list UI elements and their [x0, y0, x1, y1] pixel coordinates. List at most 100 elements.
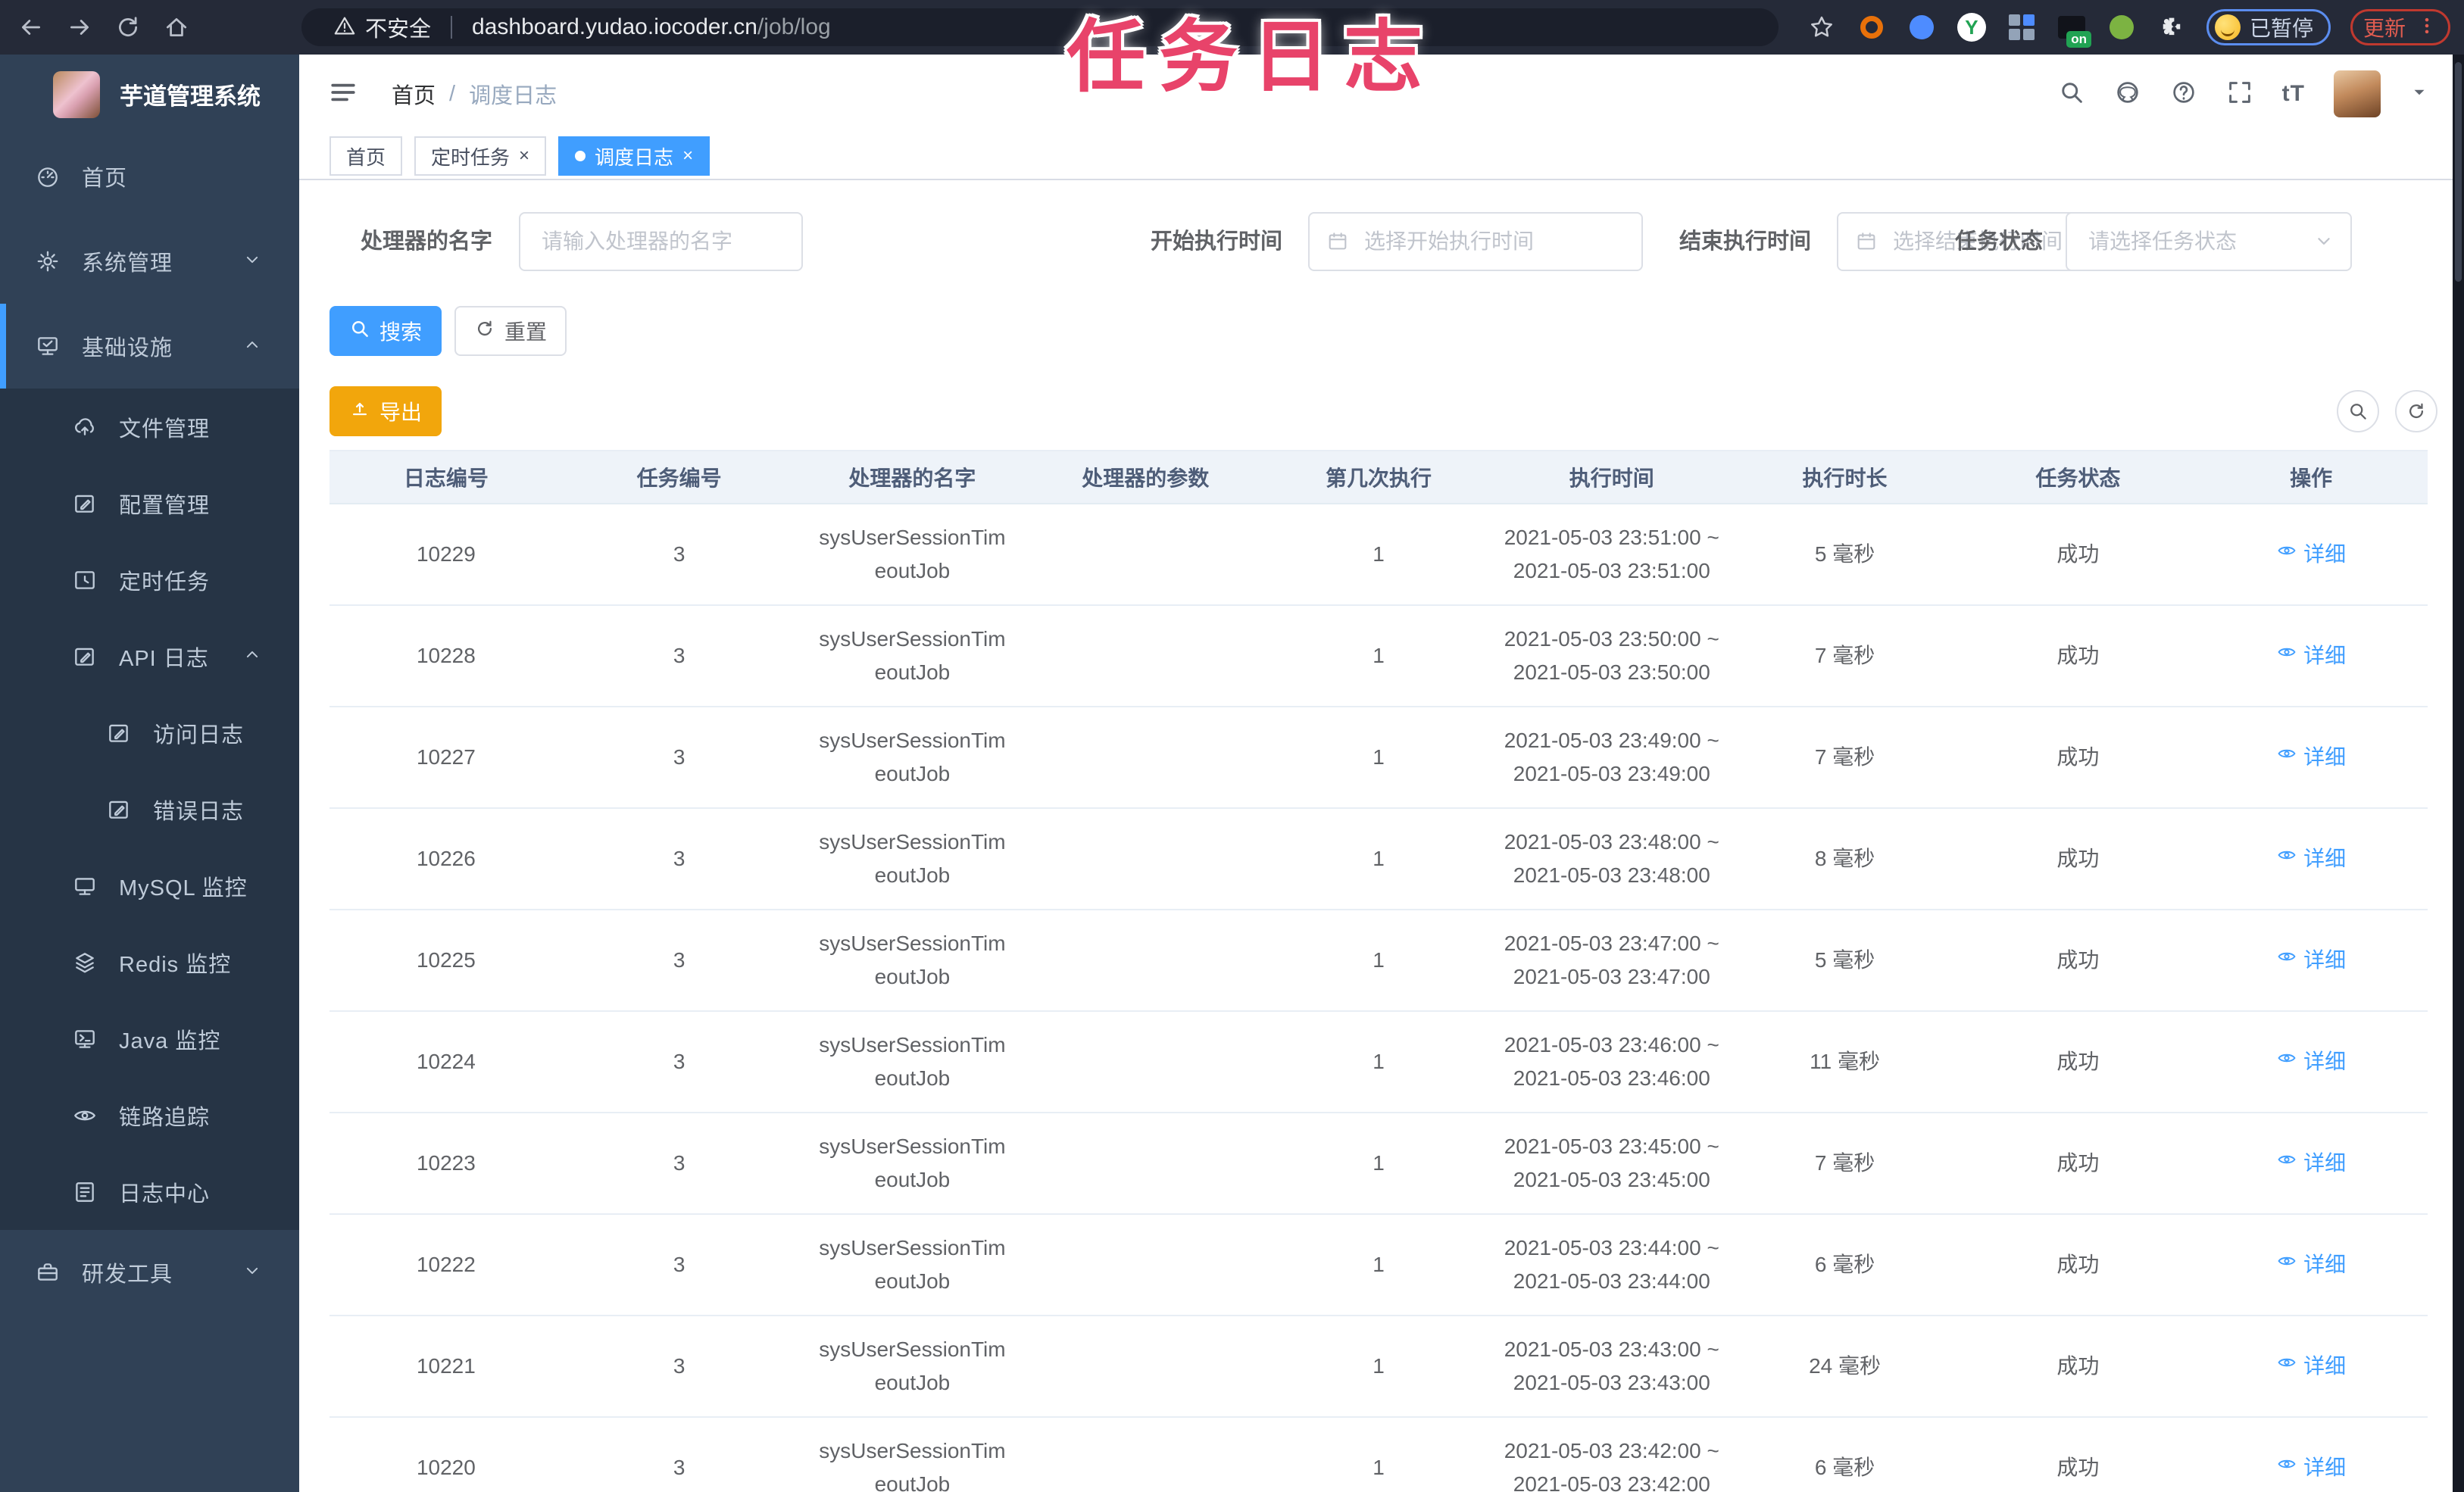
refresh-icon [474, 318, 495, 345]
detail-link-label: 详细 [2303, 1050, 2347, 1073]
profile-paused-badge[interactable]: 已暂停 [2206, 9, 2331, 45]
sidebar-item-label: 错误日志 [153, 799, 245, 824]
tab-调度日志[interactable]: 调度日志 × [558, 136, 710, 176]
breadcrumb-home[interactable]: 首页 [392, 78, 436, 110]
cell-log-id: 10226 [416, 847, 476, 870]
eye-icon [2276, 1248, 2297, 1281]
sidebar-item-redis-monitor[interactable]: Redis 监控 [0, 924, 299, 1000]
sidebar-item-log-center[interactable]: 日志中心 [0, 1153, 299, 1230]
tab-close-icon[interactable]: × [682, 147, 693, 165]
tab-定时任务[interactable]: 定时任务 × [414, 136, 547, 176]
sidebar-item-system[interactable]: 系统管理 [0, 219, 299, 304]
eye-icon [2276, 944, 2297, 977]
detail-link[interactable]: 详细 [2276, 639, 2346, 673]
detail-link-label: 详细 [2303, 1253, 2347, 1276]
url-bar[interactable]: 不安全 dashboard.yudao.iocoder.cn /job/log [301, 8, 1779, 46]
cell-job-id: 3 [673, 1354, 685, 1378]
user-avatar[interactable] [2334, 70, 2381, 117]
window-scrollbar[interactable] [2453, 55, 2464, 1492]
detail-link[interactable]: 详细 [2276, 741, 2346, 774]
cell-log-id: 10228 [416, 644, 476, 667]
refresh-table-mini-button[interactable] [2395, 390, 2437, 432]
cell-log-id: 10221 [416, 1354, 476, 1378]
sidebar-item-infra[interactable]: 基础设施 [0, 304, 299, 389]
cell-status: 成功 [2056, 1253, 2100, 1276]
help-icon[interactable] [2170, 79, 2197, 110]
browser-chrome: 不安全 dashboard.yudao.iocoder.cn /job/log … [0, 0, 2464, 55]
cell-handler-name: sysUserSessionTim eoutJob [819, 1135, 1006, 1191]
chrome-update-button[interactable]: 更新 [2350, 9, 2450, 45]
tab-首页[interactable]: 首页 [329, 136, 403, 176]
cell-log-id: 10227 [416, 745, 476, 769]
sidebar-item-label: 首页 [82, 167, 128, 191]
timer-icon [72, 567, 98, 593]
sidebar-item-error-log[interactable]: 错误日志 [0, 771, 299, 847]
cell-actions: 详细 [2194, 809, 2428, 909]
profile-emoji-avatar [2214, 14, 2241, 40]
sidebar-item-api-log[interactable]: API 日志 [0, 618, 299, 694]
scrollbar-thumb[interactable] [2455, 62, 2462, 282]
ext-green-monkey-icon[interactable] [2106, 12, 2137, 42]
chrome-menu-dots-icon[interactable] [2416, 15, 2437, 40]
gear-icon [35, 248, 61, 274]
cell-job-id: 3 [673, 948, 685, 972]
ext-blue-pin-icon[interactable] [1907, 12, 1937, 42]
export-button[interactable]: 导出 [329, 386, 442, 436]
ext-green-y-badge-icon[interactable]: Y [1957, 12, 1987, 42]
tab-close-icon[interactable]: × [519, 147, 529, 165]
search-button[interactable]: 搜索 [329, 306, 442, 356]
ext-on-badge-icon[interactable]: on [2056, 12, 2091, 48]
cell-actions: 详细 [2194, 1113, 2428, 1213]
update-label: 更新 [2363, 17, 2406, 40]
sidebar-item-file[interactable]: 文件管理 [0, 389, 299, 465]
detail-link[interactable]: 详细 [2276, 944, 2346, 977]
main-area: 首页 / 调度日志 tT 首页定时任务×调度日志× 处理器的名字 开始执行时间 [299, 55, 2464, 1492]
handler-name-input[interactable] [519, 212, 803, 271]
cell-exec-time: 2021-05-03 23:46:00 ~2021-05-03 23:46:00 [1504, 1033, 1719, 1090]
cell-duration: 7 毫秒 [1814, 745, 1875, 769]
ext-orange-ring-icon[interactable] [1857, 12, 1887, 42]
sidebar-item-home[interactable]: 首页 [0, 134, 299, 219]
detail-link[interactable]: 详细 [2276, 1451, 2346, 1484]
user-caret-down-icon[interactable] [2409, 83, 2429, 106]
sidebar-logo-row[interactable]: 芋道管理系统 [0, 55, 299, 134]
fullscreen-icon[interactable] [2226, 79, 2253, 110]
sidebar-toggle-icon[interactable] [328, 77, 358, 111]
ext-puzzle-icon[interactable] [2156, 12, 2187, 42]
detail-link[interactable]: 详细 [2276, 1350, 2346, 1383]
begin-time-input[interactable] [1308, 212, 1643, 271]
table-row: 10221 3 sysUserSessionTim eoutJob 1 2021-05-0… [329, 1316, 2428, 1418]
detail-link[interactable]: 详细 [2276, 1248, 2346, 1281]
sidebar-item-mysql-monitor[interactable]: MySQL 监控 [0, 847, 299, 924]
status-select-input[interactable] [2066, 212, 2352, 271]
not-secure-label: 不安全 [365, 17, 432, 42]
edit-square-icon [106, 797, 132, 822]
sidebar-item-job[interactable]: 定时任务 [0, 542, 299, 618]
cell-duration: 7 毫秒 [1814, 644, 1875, 667]
home-icon[interactable] [159, 10, 194, 45]
detail-link[interactable]: 详细 [2276, 1147, 2346, 1180]
font-size-icon[interactable]: tT [2282, 81, 2305, 107]
detail-link[interactable]: 详细 [2276, 538, 2346, 571]
cell-actions: 详细 [2194, 910, 2428, 1010]
sidebar-item-config[interactable]: 配置管理 [0, 465, 299, 542]
reload-icon[interactable] [111, 10, 145, 45]
toggle-search-mini-button[interactable] [2337, 390, 2379, 432]
cell-exec-index: 1 [1373, 1050, 1385, 1073]
detail-link[interactable]: 详细 [2276, 1045, 2346, 1078]
sidebar-item-dev-tools[interactable]: 研发工具 [0, 1230, 299, 1315]
sidebar-item-access-log[interactable]: 访问日志 [0, 694, 299, 771]
forward-icon[interactable] [62, 10, 97, 45]
sidebar-item-trace[interactable]: 链路追踪 [0, 1077, 299, 1153]
header-search-icon[interactable] [2058, 79, 2085, 110]
sidebar-item-java-monitor[interactable]: Java 监控 [0, 1000, 299, 1077]
bookmark-star-icon[interactable] [1807, 12, 1837, 42]
back-icon[interactable] [14, 10, 48, 45]
cell-status: 成功 [2056, 542, 2100, 566]
cell-job-id: 3 [673, 847, 685, 870]
search-button-label: 搜索 [379, 320, 422, 344]
github-icon[interactable] [2114, 79, 2141, 110]
reset-button[interactable]: 重置 [454, 306, 567, 356]
detail-link[interactable]: 详细 [2276, 842, 2346, 876]
ext-grid-icon[interactable] [2006, 12, 2037, 42]
